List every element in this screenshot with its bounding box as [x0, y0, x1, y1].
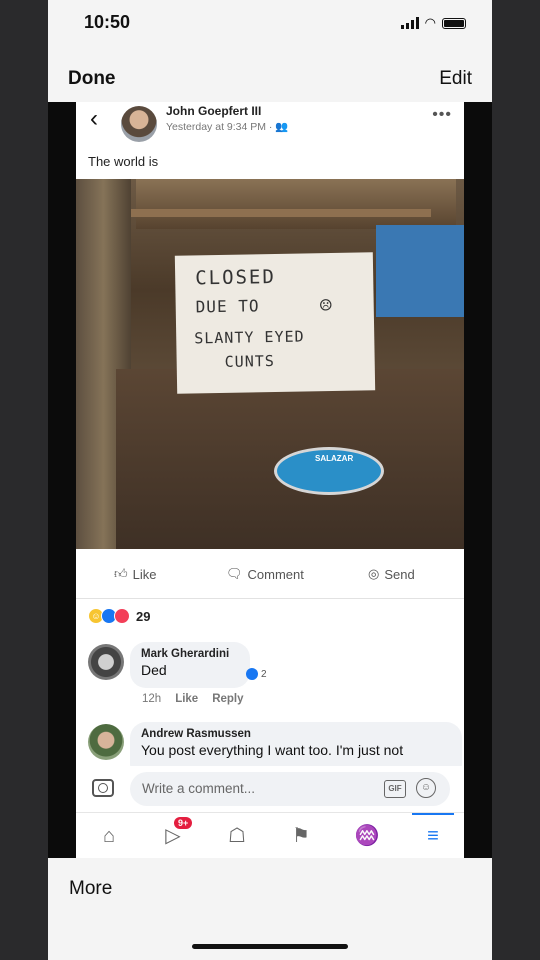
screenshot-image: ‹ John Goepfert III Yesterday at 9:34 PM…: [48, 102, 492, 858]
comment-label: Comment: [247, 566, 304, 582]
post-text: The world is: [88, 154, 159, 169]
sign-line-1: CLOSED: [195, 265, 277, 290]
tab-bar: ⌂ ▷ 9+ ☖ ⚑ ♒ ≡: [76, 812, 464, 858]
like-label: Like: [132, 566, 157, 582]
comment-meta: 12h Like Reply: [142, 693, 244, 705]
menu-icon[interactable]: ≡: [412, 813, 454, 849]
status-time: 10:50: [84, 12, 131, 32]
more-icon[interactable]: •••: [432, 106, 452, 124]
photo-sign: CLOSED DUE TO ☹ SLANTY EYED CUNTS: [174, 252, 376, 394]
comment-like-badge[interactable]: 2: [246, 668, 267, 680]
send-label: Send: [384, 566, 415, 582]
status-bar: 10:50 ◠: [48, 0, 492, 46]
edit-button[interactable]: Edit: [439, 68, 472, 90]
facebook-post-view: ‹ John Goepfert III Yesterday at 9:34 PM…: [76, 102, 464, 858]
more-button[interactable]: More: [69, 878, 112, 900]
comment-placeholder: Write a comment...: [142, 781, 256, 796]
photo-door-frame: [131, 209, 431, 217]
comment-composer: Write a comment... GIF ☺: [76, 766, 464, 812]
comment-author[interactable]: Mark Gherardini: [141, 648, 239, 660]
bell-icon[interactable]: ♒: [354, 823, 380, 849]
emoji-icon[interactable]: ☺: [416, 778, 436, 798]
commenter-avatar[interactable]: [88, 644, 124, 680]
post-author[interactable]: John Goepfert III: [166, 104, 261, 118]
comment-icon: 🗨︎: [226, 566, 243, 581]
photo-sticker: SALAZAR: [274, 447, 384, 495]
post-actions: 👍︎ Like 🗨︎ Comment ◎ Send: [76, 560, 464, 599]
comment-text: Ded: [141, 662, 167, 678]
comment-text: You post everything I want too. I'm just…: [141, 742, 404, 758]
messenger-icon: ◎: [368, 566, 380, 581]
post-photo[interactable]: CLOSED DUE TO ☹ SLANTY EYED CUNTS SALAZA…: [76, 179, 464, 549]
photo-viewer-nav: Done Edit: [48, 58, 492, 98]
camera-icon[interactable]: [92, 779, 114, 797]
sign-line-4: CUNTS: [224, 352, 275, 371]
home-indicator: [192, 944, 348, 949]
comment-reply-link[interactable]: Reply: [212, 693, 243, 705]
photo-viewer-toolbar: More: [48, 858, 492, 960]
sign-face: ☹: [319, 292, 333, 318]
video-badge: 9+: [174, 817, 193, 829]
marketplace-icon[interactable]: ☖: [224, 823, 250, 849]
done-button[interactable]: Done: [68, 68, 116, 90]
home-icon[interactable]: ⌂: [96, 823, 122, 849]
sign-line-2: DUE TO: [195, 296, 260, 317]
commenter-avatar[interactable]: [88, 724, 124, 760]
comment-input[interactable]: Write a comment... GIF ☺: [130, 772, 450, 806]
wifi-icon: ◠: [424, 15, 436, 30]
status-icons: ◠: [400, 15, 466, 31]
reaction-count: 29: [136, 608, 151, 624]
gif-icon[interactable]: GIF: [384, 780, 406, 798]
like-button[interactable]: 👍︎ Like: [114, 566, 156, 582]
signal-icon: [400, 17, 419, 29]
reaction-summary[interactable]: ☺ 29: [88, 608, 150, 624]
comment-button[interactable]: 🗨︎ Comment: [226, 566, 304, 582]
send-button[interactable]: ◎ Send: [368, 566, 415, 582]
comment-like-link[interactable]: Like: [175, 693, 198, 705]
back-icon[interactable]: ‹: [90, 106, 98, 132]
battery-icon: [442, 17, 466, 29]
comment-author[interactable]: Andrew Rasmussen: [141, 728, 451, 740]
post-header: ‹ John Goepfert III Yesterday at 9:34 PM…: [76, 102, 464, 147]
post-time: Yesterday at 9:34 PM · 👥: [166, 121, 289, 133]
photo-shelf: [136, 179, 456, 229]
like-icon: 👍︎: [114, 566, 128, 581]
flag-icon[interactable]: ⚑: [288, 823, 314, 849]
photo-poster: [376, 225, 464, 317]
comment-bubble[interactable]: Mark Gherardini Ded: [130, 642, 250, 688]
like-reaction-icon: [246, 668, 258, 680]
comment-time: 12h: [142, 693, 162, 705]
avatar[interactable]: [121, 106, 157, 142]
sticker-text: SALAZAR: [315, 454, 354, 463]
sign-line-3: SLANTY EYED: [194, 327, 305, 348]
love-reaction-icon: [114, 608, 130, 624]
phone-screen: 10:50 ◠ Done Edit ‹ John Goepfert III Ye…: [48, 0, 492, 960]
comment-like-count: 2: [261, 668, 267, 680]
